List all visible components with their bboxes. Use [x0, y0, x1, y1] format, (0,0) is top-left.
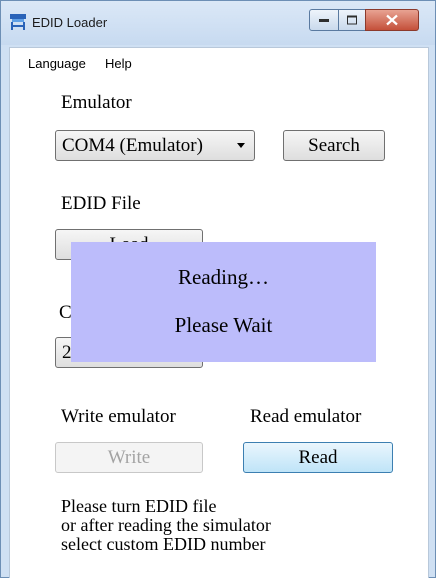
close-icon	[386, 14, 398, 26]
chevron-down-icon	[237, 143, 245, 148]
instruction-line: select custom EDID number	[61, 534, 266, 554]
window-title: EDID Loader	[32, 15, 108, 30]
emulator-port-value: COM4 (Emulator)	[62, 135, 203, 156]
edid-file-label: EDID File	[61, 193, 141, 214]
maximize-button[interactable]	[338, 9, 366, 31]
instructions-text: Please turn EDID file or after reading t…	[61, 497, 271, 554]
minimize-button[interactable]	[309, 9, 339, 31]
overlay-reading-text: Reading…	[178, 265, 269, 289]
write-emulator-label: Write emulator	[61, 406, 176, 427]
overlay-wait-text: Please Wait	[174, 313, 273, 337]
emulator-label: Emulator	[61, 92, 132, 113]
write-button[interactable]: Write	[55, 442, 203, 473]
menu-language[interactable]: Language	[28, 56, 86, 71]
minimize-icon	[319, 19, 329, 22]
instruction-line: or after reading the simulator	[61, 515, 271, 535]
read-emulator-label: Read emulator	[250, 406, 362, 427]
maximize-icon	[347, 15, 357, 25]
close-button[interactable]	[365, 9, 419, 31]
menu-help[interactable]: Help	[105, 56, 132, 71]
read-button[interactable]: Read	[243, 442, 393, 473]
reading-overlay: Reading… Please Wait	[71, 242, 376, 362]
custom-label-partial: C	[59, 302, 72, 323]
title-bar[interactable]: EDID Loader	[1, 1, 435, 45]
instruction-line: Please turn EDID file	[61, 496, 217, 516]
menu-bar: Language Help	[10, 48, 428, 78]
edid-loader-app-icon	[9, 13, 27, 31]
emulator-port-select[interactable]: COM4 (Emulator)	[55, 130, 255, 161]
search-button[interactable]: Search	[283, 130, 385, 161]
